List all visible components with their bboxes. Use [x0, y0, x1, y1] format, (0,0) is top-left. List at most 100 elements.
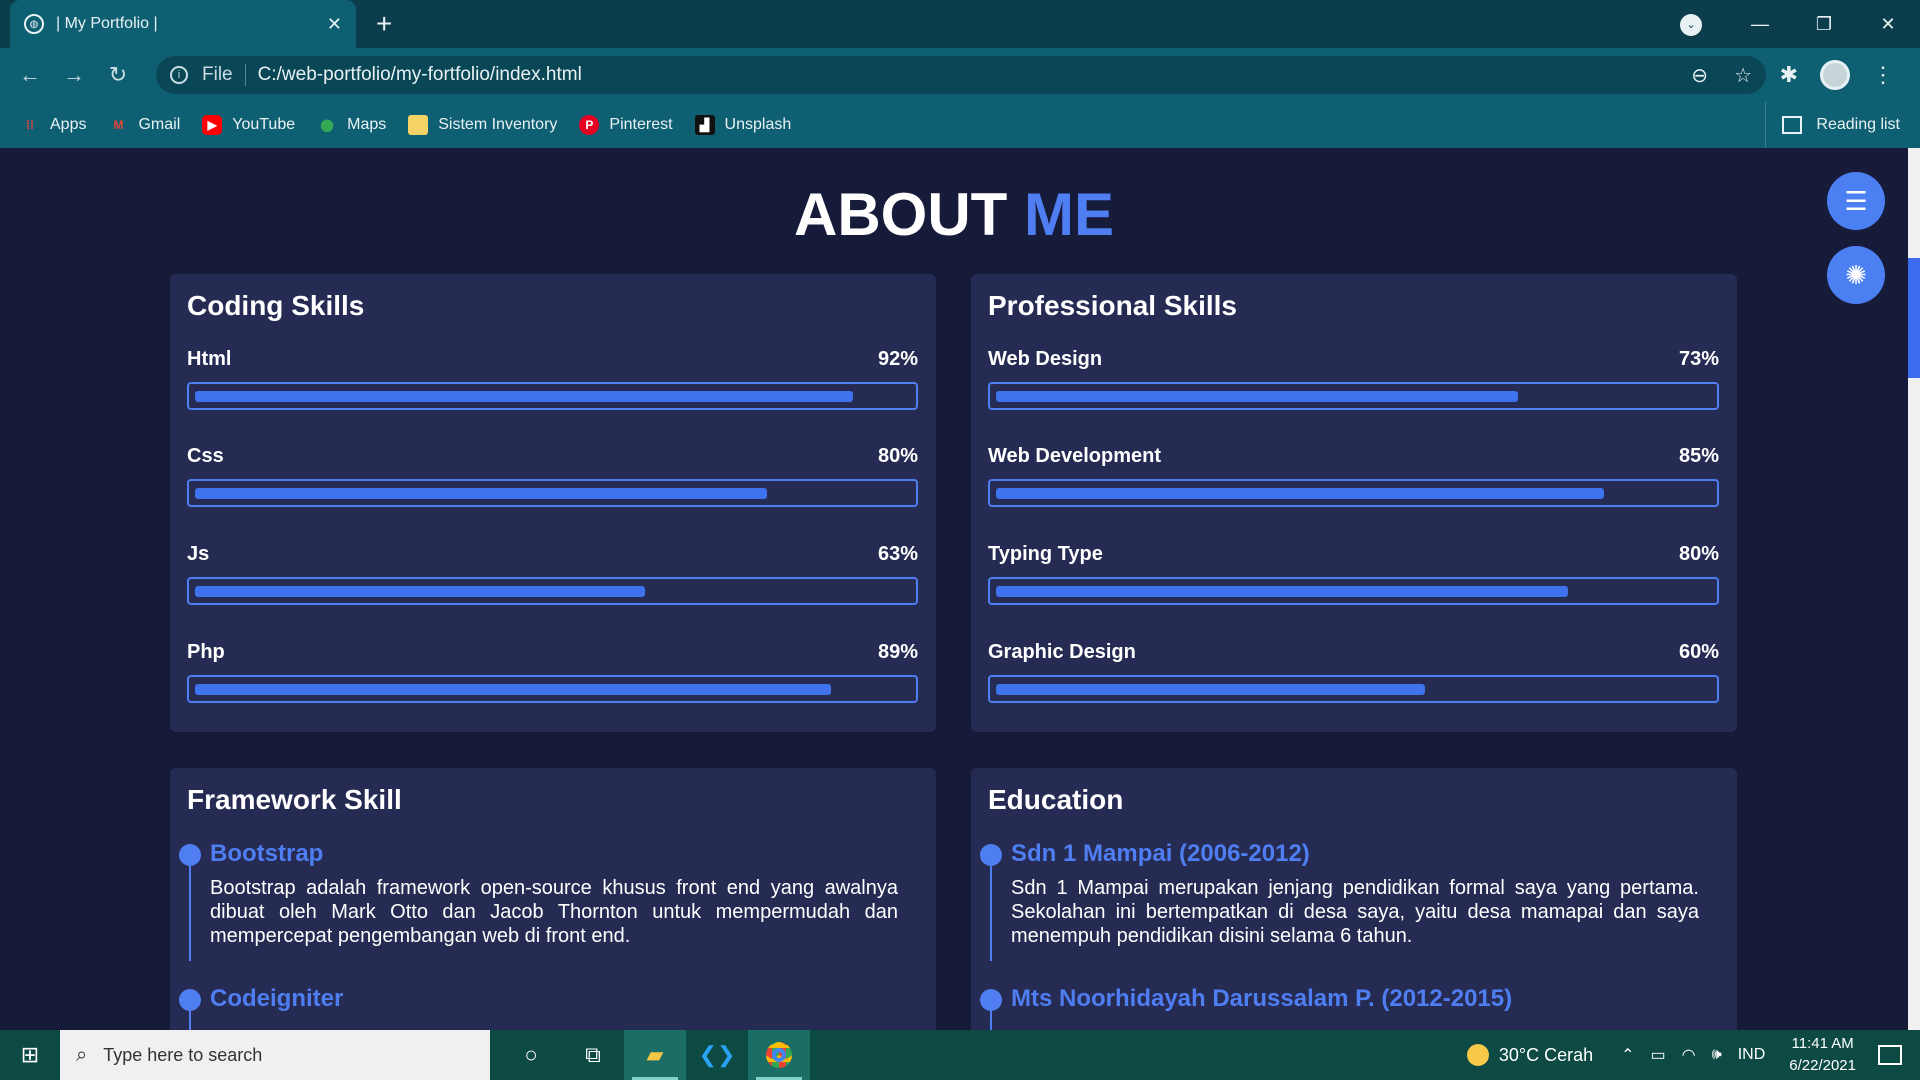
- bookmark-label: Unsplash: [724, 116, 792, 133]
- timeline-dot: [179, 844, 201, 866]
- bookmarks-bar: ⁞⁞ Apps M Gmail ▶ YouTube ⬤ Maps Sistem …: [0, 102, 1920, 148]
- search-icon: ⌕: [76, 1043, 88, 1066]
- timeline-title: Bootstrap: [210, 840, 324, 867]
- scrollbar-thumb[interactable]: [1908, 258, 1920, 378]
- skill-progress-fill: [996, 488, 1604, 499]
- skill-progress-fill: [195, 488, 767, 499]
- timeline-description: Sdn 1 Mampai merupakan jenjang pendidika…: [1011, 877, 1699, 947]
- skill-name: Typing Type: [988, 543, 1103, 565]
- skill-name: Web Design: [988, 348, 1103, 370]
- skill-progress-bar: [187, 675, 918, 703]
- sun-icon: ✺: [1845, 259, 1867, 290]
- window-controls: — ❐ ✕: [1728, 0, 1920, 48]
- restore-button[interactable]: ❐: [1792, 14, 1856, 35]
- card-title: Education: [988, 784, 1124, 815]
- skill-progress-fill: [195, 586, 645, 597]
- skill-progress-fill: [996, 586, 1568, 597]
- cortana-icon[interactable]: ○: [500, 1030, 562, 1080]
- chrome-icon[interactable]: [748, 1030, 810, 1080]
- skill-name: Js: [187, 543, 210, 565]
- task-view-icon[interactable]: ⧉: [562, 1030, 624, 1080]
- skill-progress-fill: [195, 391, 853, 402]
- page-title: ABOUT ME: [0, 180, 1908, 249]
- apps-grid-icon: ⁞⁞: [26, 118, 34, 132]
- bookmark-star-icon[interactable]: ☆: [1734, 63, 1752, 88]
- reading-list-icon: [1782, 116, 1803, 134]
- language-indicator[interactable]: IND: [1738, 1046, 1766, 1064]
- zoom-icon[interactable]: ⊖: [1691, 63, 1708, 88]
- taskbar-search[interactable]: ⌕ Type here to search: [60, 1030, 490, 1080]
- address-bar[interactable]: i File C:/web-portfolio/my-fortfolio/ind…: [156, 56, 1766, 94]
- tab-close-icon[interactable]: ✕: [327, 14, 342, 35]
- bookmark-gmail[interactable]: M Gmail: [108, 115, 180, 135]
- chevron-up-icon[interactable]: ⌃: [1621, 1045, 1634, 1065]
- back-arrow-icon[interactable]: ←: [8, 62, 52, 88]
- tab-search-icon[interactable]: ⌄: [1680, 14, 1702, 36]
- browser-toolbar: ← → ↻ i File C:/web-portfolio/my-fortfol…: [0, 48, 1920, 102]
- heading-accent: ME: [1023, 181, 1114, 248]
- framework-skill-card: Framework Skill Bootstrap Bootstrap adal…: [170, 768, 936, 1030]
- url-text[interactable]: C:/web-portfolio/my-fortfolio/index.html: [258, 64, 582, 86]
- skill-progress-bar: [187, 479, 918, 507]
- skill-name: Html: [187, 348, 232, 370]
- url-separator: [244, 64, 246, 86]
- skill-progress-bar: [988, 577, 1719, 605]
- timeline-dot: [980, 844, 1002, 866]
- card-title: Coding Skills: [187, 290, 365, 321]
- new-tab-button[interactable]: +: [376, 8, 392, 40]
- timeline-dot: [179, 989, 201, 1011]
- profile-avatar[interactable]: [1820, 60, 1850, 90]
- notification-icon[interactable]: [1878, 1045, 1902, 1065]
- skill-name: Php: [187, 641, 225, 663]
- battery-icon[interactable]: ▭: [1651, 1045, 1666, 1065]
- skill-percent: 60%: [1678, 641, 1719, 663]
- weather-text[interactable]: 30°C Cerah: [1499, 1045, 1593, 1066]
- clock[interactable]: 11:41 AM 6/22/2021: [1789, 1033, 1856, 1077]
- windows-start-icon[interactable]: ⊞: [0, 1042, 60, 1068]
- minimize-button[interactable]: —: [1728, 14, 1792, 35]
- skill-progress-bar: [187, 382, 918, 410]
- card-title: Framework Skill: [187, 784, 402, 815]
- browser-tab[interactable]: ◍ | My Portfolio | ✕: [10, 0, 356, 48]
- page-viewport: ABOUT ME ☰ ✺ Coding Skills Html 92% Css …: [0, 148, 1908, 1030]
- info-icon[interactable]: i: [170, 66, 188, 84]
- timeline-title: Mts Noorhidayah Darussalam P. (2012-2015…: [1011, 985, 1513, 1012]
- forward-arrow-icon[interactable]: →: [52, 62, 96, 88]
- weather-sun-icon: [1466, 1044, 1489, 1066]
- search-placeholder: Type here to search: [103, 1044, 263, 1065]
- skill-progress-bar: [187, 577, 918, 605]
- skill-percent: 89%: [877, 641, 918, 663]
- bookmark-unsplash[interactable]: ▟ Unsplash: [694, 115, 792, 135]
- card-title: Professional Skills: [988, 290, 1237, 321]
- close-window-button[interactable]: ✕: [1856, 14, 1920, 35]
- professional-skills-card: Professional Skills Web Design 73% Web D…: [971, 274, 1737, 732]
- extensions-puzzle-icon[interactable]: ✱: [1780, 62, 1798, 88]
- windows-taskbar: ⊞ ⌕ Type here to search ○ ⧉ ▰ ❮❯ 30°C Ce…: [0, 1030, 1920, 1080]
- heading-main: ABOUT: [794, 181, 1008, 248]
- bookmark-sistem-inventory[interactable]: Sistem Inventory: [408, 115, 557, 135]
- bookmark-pinterest[interactable]: P Pinterest: [579, 115, 673, 135]
- skill-percent: 85%: [1678, 445, 1719, 467]
- vscode-icon[interactable]: ❮❯: [686, 1030, 748, 1080]
- volume-icon[interactable]: 🕪: [1712, 1046, 1722, 1064]
- bookmark-maps[interactable]: ⬤ Maps: [317, 115, 386, 135]
- globe-icon: ◍: [24, 14, 44, 34]
- skill-progress-fill: [195, 684, 831, 695]
- bookmark-label: YouTube: [232, 116, 296, 133]
- wifi-icon[interactable]: ◠: [1682, 1045, 1696, 1065]
- reading-list-label: Reading list: [1816, 116, 1900, 133]
- file-explorer-icon[interactable]: ▰: [624, 1030, 686, 1080]
- clock-time: 11:41 AM: [1791, 1035, 1854, 1052]
- unsplash-icon: ▟: [694, 115, 715, 135]
- skill-progress-fill: [996, 391, 1518, 402]
- menu-hamburger-button[interactable]: ☰: [1827, 172, 1885, 230]
- bookmark-label: Gmail: [138, 116, 181, 133]
- bookmark-label: Maps: [347, 116, 387, 133]
- reading-list-button[interactable]: Reading list: [1765, 102, 1900, 148]
- skill-progress-bar: [988, 382, 1719, 410]
- reload-icon[interactable]: ↻: [96, 62, 140, 88]
- more-menu-icon[interactable]: ⋮: [1872, 62, 1894, 88]
- bookmark-youtube[interactable]: ▶ YouTube: [202, 115, 295, 135]
- bookmark-apps[interactable]: ⁞⁞ Apps: [20, 115, 86, 135]
- theme-toggle-button[interactable]: ✺: [1827, 246, 1885, 304]
